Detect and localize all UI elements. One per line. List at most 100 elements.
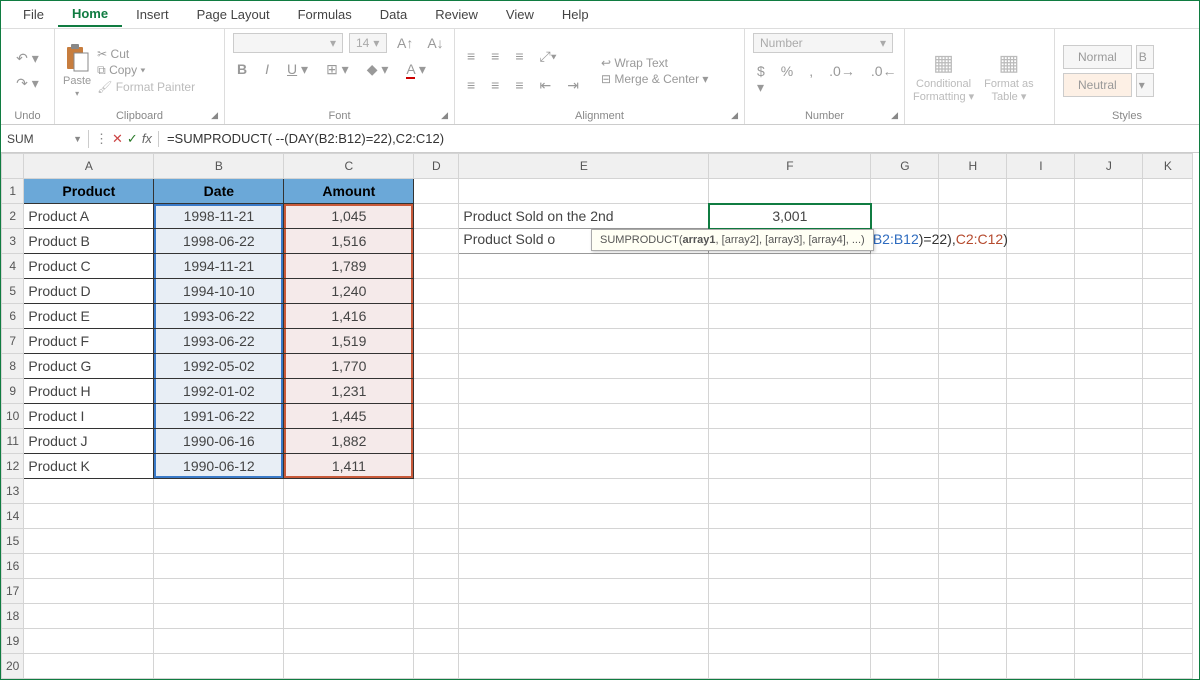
cell-I13[interactable] <box>1007 479 1075 504</box>
cell-J8[interactable] <box>1075 354 1143 379</box>
row-header-17[interactable]: 17 <box>2 579 24 604</box>
cell-F4[interactable] <box>709 254 871 279</box>
row-header-8[interactable]: 8 <box>2 354 24 379</box>
cell-F17[interactable] <box>709 579 871 604</box>
cell-J19[interactable] <box>1075 629 1143 654</box>
row-header-9[interactable]: 9 <box>2 379 24 404</box>
cell-J7[interactable] <box>1075 329 1143 354</box>
cell-A3[interactable]: Product B <box>24 229 154 254</box>
cell-A17[interactable] <box>24 579 154 604</box>
cell-C11[interactable]: 1,882 <box>284 429 414 454</box>
cell-G14[interactable] <box>871 504 939 529</box>
cell-I2[interactable] <box>1007 204 1075 229</box>
cell-A18[interactable] <box>24 604 154 629</box>
cell-E14[interactable] <box>459 504 709 529</box>
cell-B16[interactable] <box>154 554 284 579</box>
row-header-11[interactable]: 11 <box>2 429 24 454</box>
bold-button[interactable]: B <box>233 59 251 80</box>
column-header-G[interactable]: G <box>871 154 939 179</box>
cell-H16[interactable] <box>939 554 1007 579</box>
number-launcher-icon[interactable]: ◢ <box>891 110 898 121</box>
cell-H11[interactable] <box>939 429 1007 454</box>
menu-page-layout[interactable]: Page Layout <box>183 3 284 26</box>
cell-H19[interactable] <box>939 629 1007 654</box>
cell-J15[interactable] <box>1075 529 1143 554</box>
cell-F14[interactable] <box>709 504 871 529</box>
align-left-icon[interactable]: ≡ <box>463 75 479 96</box>
cell-H2[interactable] <box>939 204 1007 229</box>
accept-formula-icon[interactable]: ✓ <box>127 131 138 147</box>
cell-B4[interactable]: 1994-11-21 <box>154 254 284 279</box>
number-format-combo[interactable]: Number▾ <box>753 33 893 53</box>
cell-J4[interactable] <box>1075 254 1143 279</box>
clipboard-launcher-icon[interactable]: ◢ <box>211 110 218 121</box>
cell-G17[interactable] <box>871 579 939 604</box>
cell-B8[interactable]: 1992-05-02 <box>154 354 284 379</box>
menu-home[interactable]: Home <box>58 2 122 27</box>
cell-E2[interactable]: Product Sold on the 2nd <box>459 204 709 229</box>
cell-F11[interactable] <box>709 429 871 454</box>
column-header-B[interactable]: B <box>154 154 284 179</box>
cell-G2[interactable] <box>871 204 939 229</box>
font-size-combo[interactable]: 14▾ <box>349 33 387 53</box>
cell-A2[interactable]: Product A <box>24 204 154 229</box>
cell-H14[interactable] <box>939 504 1007 529</box>
cell-K6[interactable] <box>1143 304 1193 329</box>
cell-G5[interactable] <box>871 279 939 304</box>
cell-C14[interactable] <box>284 504 414 529</box>
row-header-4[interactable]: 4 <box>2 254 24 279</box>
cell-K11[interactable] <box>1143 429 1193 454</box>
column-header-F[interactable]: F <box>709 154 871 179</box>
column-header-C[interactable]: C <box>284 154 414 179</box>
row-header-19[interactable]: 19 <box>2 629 24 654</box>
cell-E18[interactable] <box>459 604 709 629</box>
cell-J12[interactable] <box>1075 454 1143 479</box>
menu-data[interactable]: Data <box>366 3 421 26</box>
paste-button[interactable]: Paste ▾ <box>63 43 91 98</box>
increase-decimal-icon[interactable]: .0→ <box>825 61 859 98</box>
cell-A5[interactable]: Product D <box>24 279 154 304</box>
cell-A1[interactable]: Product <box>24 179 154 204</box>
cell-I10[interactable] <box>1007 404 1075 429</box>
cell-K1[interactable] <box>1143 179 1193 204</box>
cell-F6[interactable] <box>709 304 871 329</box>
cell-E8[interactable] <box>459 354 709 379</box>
cell-I19[interactable] <box>1007 629 1075 654</box>
cell-A19[interactable] <box>24 629 154 654</box>
cell-C2[interactable]: 1,045 <box>284 204 414 229</box>
cell-H9[interactable] <box>939 379 1007 404</box>
cell-A7[interactable]: Product F <box>24 329 154 354</box>
fx-icon[interactable]: fx <box>142 131 152 146</box>
cell-I6[interactable] <box>1007 304 1075 329</box>
align-bottom-icon[interactable]: ≡ <box>511 46 527 67</box>
cell-C18[interactable] <box>284 604 414 629</box>
cell-J1[interactable] <box>1075 179 1143 204</box>
cell-J13[interactable] <box>1075 479 1143 504</box>
formula-input[interactable]: =SUMPRODUCT( --(DAY(B2:B12)=22),C2:C12) <box>159 129 1199 148</box>
cell-F18[interactable] <box>709 604 871 629</box>
cell-J6[interactable] <box>1075 304 1143 329</box>
percent-icon[interactable]: % <box>777 61 797 98</box>
align-right-icon[interactable]: ≡ <box>511 75 527 96</box>
cell-G4[interactable] <box>871 254 939 279</box>
cell-B2[interactable]: 1998-11-21 <box>154 204 284 229</box>
cell-I14[interactable] <box>1007 504 1075 529</box>
cell-C19[interactable] <box>284 629 414 654</box>
cell-J18[interactable] <box>1075 604 1143 629</box>
cell-C6[interactable]: 1,416 <box>284 304 414 329</box>
name-box[interactable]: SUM▼ <box>1 130 89 148</box>
cell-E9[interactable] <box>459 379 709 404</box>
cell-G7[interactable] <box>871 329 939 354</box>
cell-G9[interactable] <box>871 379 939 404</box>
cell-D15[interactable] <box>414 529 459 554</box>
cell-G6[interactable] <box>871 304 939 329</box>
cell-D4[interactable] <box>414 254 459 279</box>
cell-C3[interactable]: 1,516 <box>284 229 414 254</box>
cell-H7[interactable] <box>939 329 1007 354</box>
cell-D18[interactable] <box>414 604 459 629</box>
cell-B17[interactable] <box>154 579 284 604</box>
cell-K18[interactable] <box>1143 604 1193 629</box>
cell-I8[interactable] <box>1007 354 1075 379</box>
cell-I16[interactable] <box>1007 554 1075 579</box>
undo-icon[interactable]: ↶ ▾ <box>12 48 43 69</box>
